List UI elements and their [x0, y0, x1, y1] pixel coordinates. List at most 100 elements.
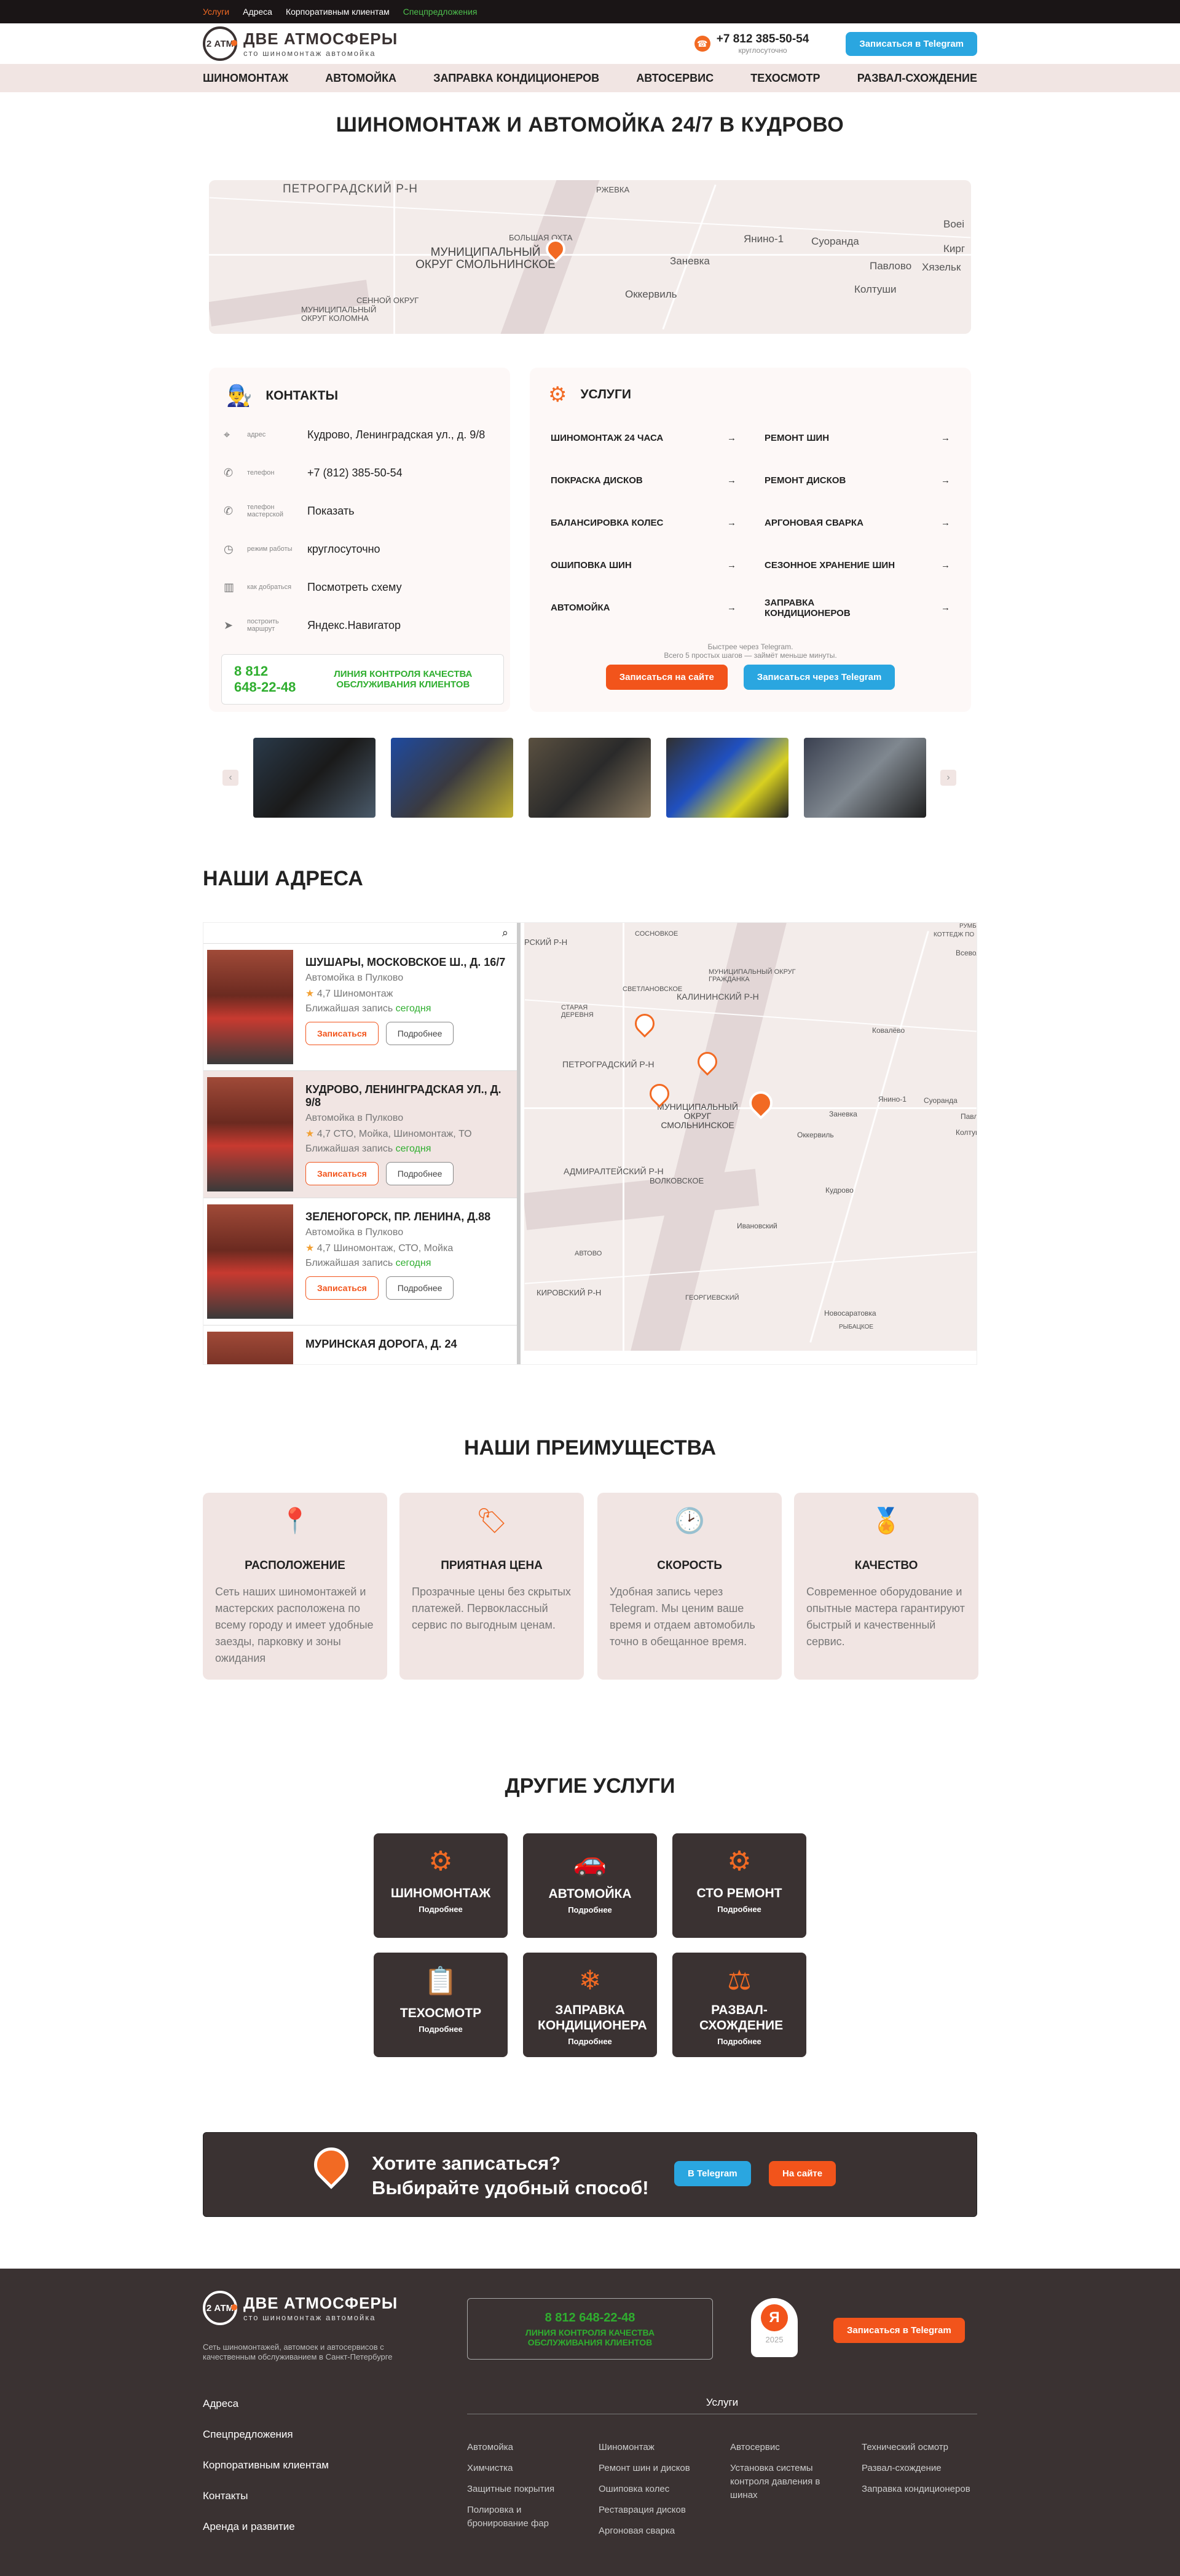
contact-phone-link[interactable]: +7 (812) 385-50-54: [307, 467, 403, 480]
map-label: Воеі: [943, 218, 965, 230]
yandex-navigator-link[interactable]: Яндекс.Навигатор: [307, 619, 401, 632]
footer-service-link[interactable]: Автосервис: [730, 2441, 847, 2454]
other-service-card[interactable]: 📋 ТЕХОСМОТР Подробнее: [374, 1953, 508, 2057]
gallery-prev-button[interactable]: ‹: [222, 770, 238, 786]
address-item[interactable]: МУРИНСКАЯ ДОРОГА, Д. 24: [203, 1326, 517, 1364]
address-item[interactable]: ЗЕЛЕНОГОРСК, ПР. ЛЕНИНА, Д.88 Автомойка …: [203, 1198, 517, 1326]
footer-service-link[interactable]: Шиномонтаж: [599, 2441, 715, 2454]
nav-item-ac[interactable]: ЗАПРАВКА КОНДИЦИОНЕРОВ: [433, 72, 599, 85]
footer-brand-sub: сто шиномонтаж автомойка: [243, 2313, 376, 2322]
other-service-card[interactable]: 🚗 АВТОМОЙКА Подробнее: [523, 1833, 657, 1938]
address-item[interactable]: ШУШАРЫ, МОСКОВСКОЕ Ш., Д. 16/7 Автомойка…: [203, 944, 517, 1071]
topbar-link-services[interactable]: Услуги: [203, 7, 229, 17]
service-link[interactable]: РЕМОНТ ШИН →: [765, 417, 950, 459]
service-link[interactable]: БАЛАНСИРОВКА КОЛЕС →: [551, 502, 736, 544]
header-phone[interactable]: ☎ +7 812 385-50-54 круглосуточно: [694, 33, 809, 55]
topbar-link-corporate[interactable]: Корпоративным клиентам: [286, 7, 390, 17]
footer-service-link[interactable]: Полировка и бронирование фар: [467, 2503, 559, 2531]
contacts-title: КОНТАКТЫ: [266, 389, 339, 403]
search-icon[interactable]: ⌕: [502, 926, 508, 939]
hero-map[interactable]: ПЕТРОГРАДСКИЙ Р-Н РЖЕВКА БОЛЬШАЯ ОХТА МУ…: [209, 180, 971, 334]
nav-item-wash[interactable]: АВТОМОЙКА: [325, 72, 396, 85]
nav-item-inspection[interactable]: ТЕХОСМОТР: [750, 72, 820, 85]
book-button[interactable]: Записаться: [305, 1276, 379, 1300]
footer-logo[interactable]: 2 АТМ ДВЕ АТМОСФЕРЫ сто шиномонтаж автом…: [203, 2291, 398, 2325]
book-button[interactable]: Записаться: [305, 1162, 379, 1185]
map-pin-icon[interactable]: [541, 235, 570, 264]
other-service-card[interactable]: ❄ ЗАПРАВКА КОНДИЦИОНЕРА Подробнее: [523, 1953, 657, 2057]
map-pin-icon[interactable]: [744, 1086, 777, 1120]
topbar-link-addresses[interactable]: Адреса: [243, 7, 272, 17]
footer-service-link[interactable]: Заправка кондиционеров: [862, 2483, 978, 2496]
more-button[interactable]: Подробнее: [385, 1162, 454, 1185]
map-label: МУНИЦИПАЛЬНЫЙ ОКРУГ СМОЛЬНИНСКОЕ: [415, 246, 556, 271]
footer-service-link[interactable]: Реставрация дисков: [599, 2503, 715, 2517]
gallery-photo[interactable]: [666, 738, 789, 818]
book-telegram-button[interactable]: Записаться через Telegram: [743, 665, 895, 690]
map-pin-icon[interactable]: [631, 1009, 659, 1038]
map-pin-icon[interactable]: [693, 1048, 722, 1077]
other-service-card[interactable]: ⚙ СТО РЕМОНТ Подробнее: [672, 1833, 806, 1938]
star-icon: ★: [305, 989, 315, 999]
addresses-map[interactable]: РСКИЙ Р-Н СОСНОВКОЕ КАЛИНИНСКИЙ Р-Н СВЕТ…: [524, 923, 977, 1351]
footer-service-link[interactable]: Установка системы контроля давления в ши…: [730, 2462, 822, 2502]
footer-service-link[interactable]: Развал-схождение: [862, 2462, 978, 2475]
map-pin-icon[interactable]: [645, 1080, 674, 1108]
header-telegram-button[interactable]: Записаться в Telegram: [846, 31, 977, 56]
gallery-next-button[interactable]: ›: [940, 770, 956, 786]
service-link[interactable]: ПОКРАСКА ДИСКОВ →: [551, 459, 736, 502]
footer-service-link[interactable]: Химчистка: [467, 2462, 584, 2475]
footer-service-link[interactable]: Технический осмотр: [862, 2441, 978, 2454]
logo[interactable]: 2 АТМ ДВЕ АТМОСФЕРЫ сто шиномонтаж автом…: [203, 26, 398, 61]
gallery-photo[interactable]: [391, 738, 513, 818]
gallery-photo[interactable]: [804, 738, 926, 818]
hotline-box[interactable]: 8 812 648-22-48 ЛИНИЯ КОНТРОЛЯ КАЧЕСТВА …: [221, 654, 504, 705]
gallery-photo[interactable]: [529, 738, 651, 818]
footer-service-link[interactable]: Ошиповка колес: [599, 2483, 715, 2496]
footer-service-link[interactable]: Автомойка: [467, 2441, 584, 2454]
advantage-card: 📍 РАСПОЛОЖЕНИЕ Сеть наших шиномонтажей и м…: [203, 1493, 387, 1680]
service-link[interactable]: РЕМОНТ ДИСКОВ →: [765, 459, 950, 502]
yandex-badge[interactable]: Я 2025: [751, 2298, 798, 2357]
footer-link[interactable]: Спецпредложения: [203, 2428, 329, 2441]
gallery-photo[interactable]: [253, 738, 376, 818]
other-service-card[interactable]: ⚙ ШИНОМОНТАЖ Подробнее: [374, 1833, 508, 1938]
map-label: Павл: [961, 1112, 977, 1121]
list-scrollbar[interactable]: [517, 923, 521, 1364]
services-note: Быстрее через Telegram.: [707, 642, 793, 651]
header-phone-number[interactable]: +7 812 385-50-54: [717, 33, 809, 46]
nav-item-service[interactable]: АВТОСЕРВИС: [636, 72, 714, 85]
book-button[interactable]: Записаться: [305, 1022, 379, 1045]
footer-link[interactable]: Корпоративным клиентам: [203, 2459, 329, 2471]
nav-item-alignment[interactable]: РАЗВАЛ-СХОЖДЕНИЕ: [857, 72, 977, 85]
cta-site-button[interactable]: На сайте: [769, 2161, 836, 2186]
service-link[interactable]: АВТОМОЙКА →: [551, 587, 736, 629]
footer-hotline[interactable]: 8 812 648-22-48 ЛИНИЯ КОНТРОЛЯ КАЧЕСТВА …: [467, 2298, 713, 2360]
map-label: РУМБ: [959, 923, 977, 930]
other-service-card[interactable]: ⚖ РАЗВАЛ-СХОЖДЕНИЕ Подробнее: [672, 1953, 806, 2057]
footer-service-link[interactable]: Аргоновая сварка: [599, 2524, 715, 2538]
service-link[interactable]: АРГОНОВАЯ СВАРКА →: [765, 502, 950, 544]
service-link[interactable]: ЗАПРАВКА КОНДИЦИОНЕРОВ →: [765, 587, 950, 629]
map-label: Колтуши: [854, 283, 897, 295]
footer-service-link[interactable]: Защитные покрытия: [467, 2483, 584, 2496]
view-scheme-link[interactable]: Посмотреть схему: [307, 581, 402, 594]
footer-link[interactable]: Контакты: [203, 2490, 329, 2502]
service-link[interactable]: ШИНОМОНТАЖ 24 ЧАСА →: [551, 417, 736, 459]
service-link[interactable]: ОШИПОВКА ШИН →: [551, 544, 736, 587]
search-bar[interactable]: ⌕: [203, 923, 517, 944]
footer-link[interactable]: Адреса: [203, 2398, 329, 2410]
cta-telegram-button[interactable]: В Telegram: [674, 2161, 751, 2186]
more-button[interactable]: Подробнее: [385, 1022, 454, 1045]
footer-link[interactable]: Аренда и развитие: [203, 2521, 329, 2533]
address-item-active[interactable]: КУДРОВО, ЛЕНИНГРАДСКАЯ УЛ., Д. 9/8 Автом…: [203, 1071, 517, 1198]
topbar-link-specials[interactable]: Спецпредложения: [403, 7, 478, 17]
show-phone-link[interactable]: Показать: [307, 505, 355, 518]
more-button[interactable]: Подробнее: [385, 1276, 454, 1300]
footer-telegram-button[interactable]: Записаться в Telegram: [833, 2318, 965, 2343]
service-link[interactable]: СЕЗОННОЕ ХРАНЕНИЕ ШИН →: [765, 544, 950, 587]
footer-service-link[interactable]: Ремонт шин и дисков: [599, 2462, 715, 2475]
nav-item-tire[interactable]: ШИНОМОНТАЖ: [203, 72, 288, 85]
book-on-site-button[interactable]: Записаться на сайте: [605, 665, 728, 690]
service-label: АВТОМОЙКА: [551, 603, 610, 613]
